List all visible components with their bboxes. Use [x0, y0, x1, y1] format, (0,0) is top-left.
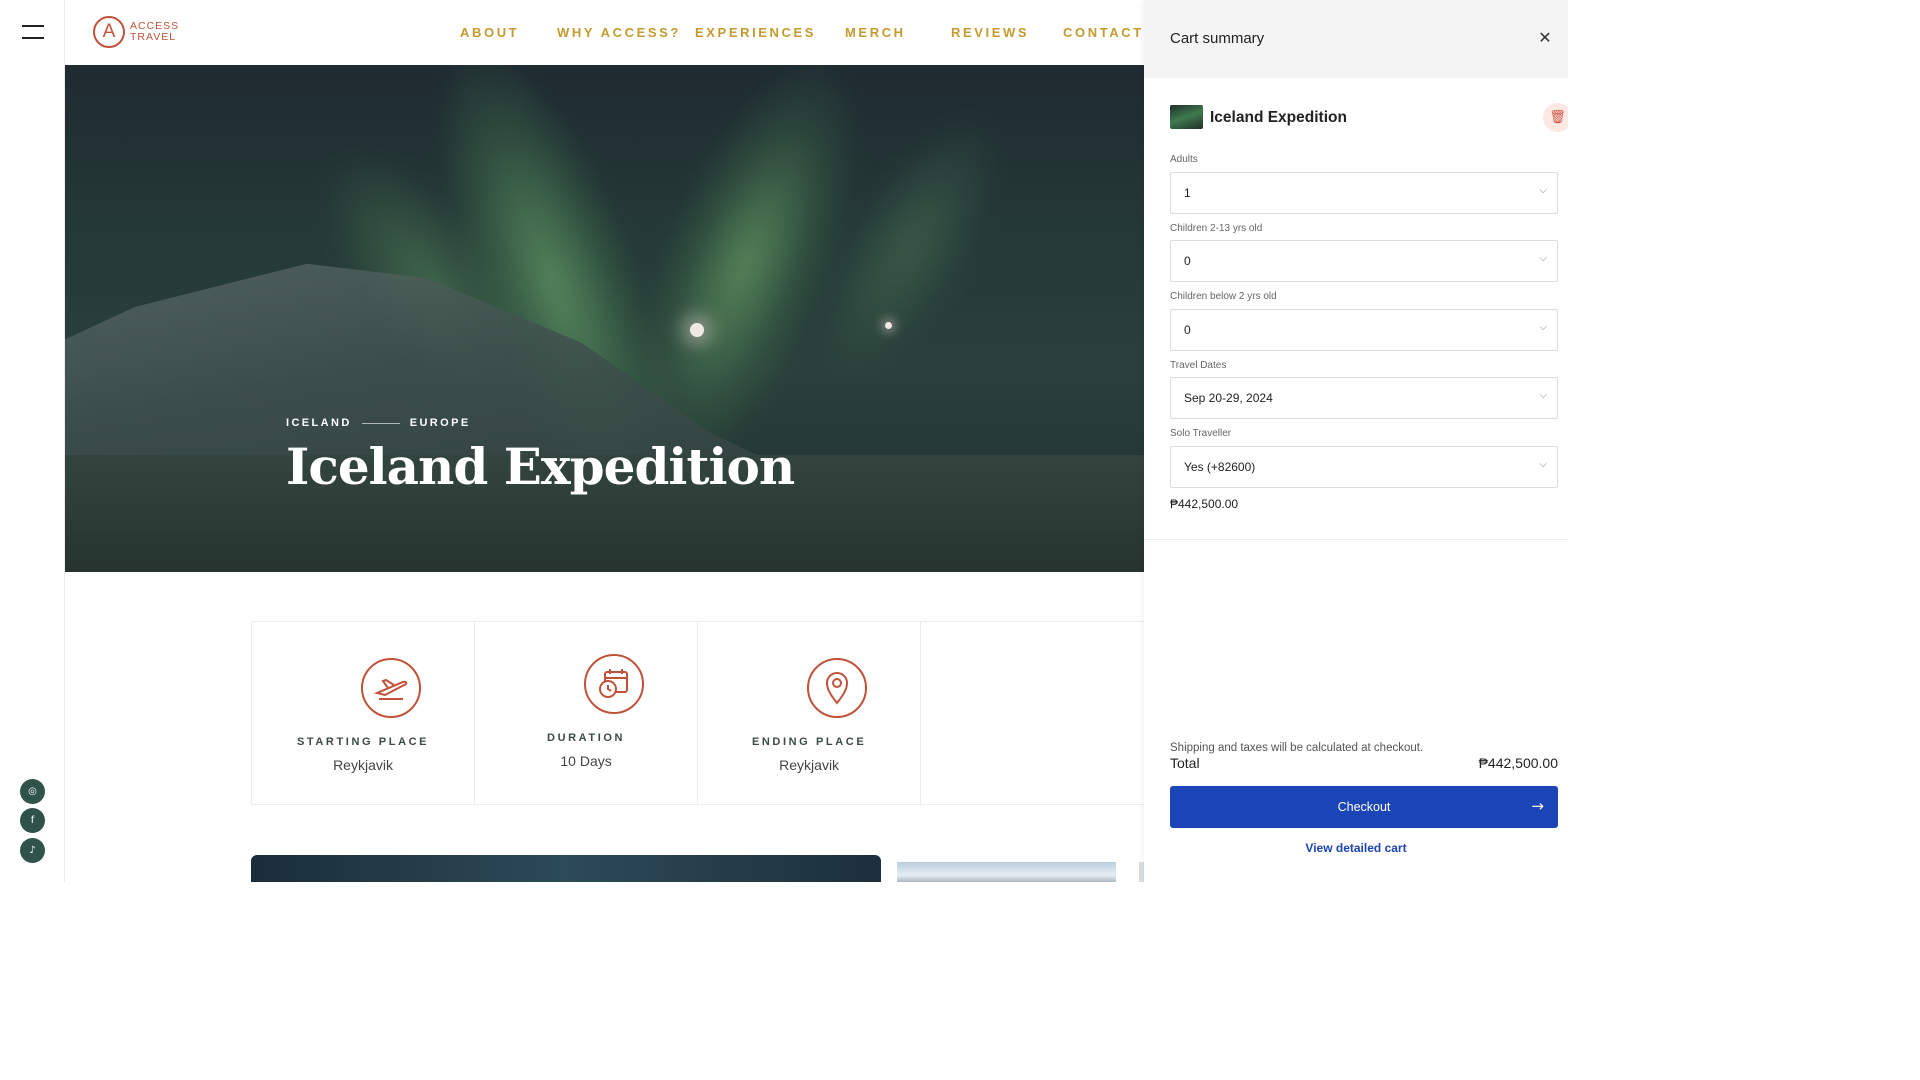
- shipping-note: Shipping and taxes will be calculated at…: [1170, 742, 1424, 754]
- chevron-down-icon: ⌵: [1539, 322, 1547, 333]
- scroll-indicator-line: [31, 96, 33, 542]
- cart-summary-panel: Cart summary ✕ Iceland Expedition 🗑 Adul…: [1144, 0, 1568, 882]
- hero-region: EUROPE: [409, 417, 471, 429]
- hero-meta-separator: [361, 422, 400, 424]
- total-label: Total: [1170, 755, 1200, 771]
- solo-traveller-label: Solo Traveller: [1170, 428, 1232, 439]
- cart-item-name: Iceland Expedition: [1210, 109, 1347, 126]
- travel-dates-select[interactable]: Sep 20-29, 2024 ⌵: [1170, 377, 1558, 419]
- logo-line-2: TRAVEL: [130, 31, 177, 43]
- gallery-image[interactable]: [897, 862, 1116, 882]
- nav-reviews[interactable]: REVIEWS: [951, 25, 1029, 40]
- checkout-button[interactable]: Checkout →: [1170, 786, 1558, 828]
- total-value: ₱442,500.00: [1478, 755, 1558, 771]
- nav-contact[interactable]: CONTACT: [1063, 25, 1144, 40]
- chevron-down-icon: ⌵: [1539, 459, 1547, 470]
- info-card-duration: DURATION 10 Days: [475, 622, 699, 804]
- children-below-2-label: Children below 2 yrs old: [1170, 291, 1277, 302]
- airplane-icon: [361, 658, 421, 718]
- hero-title: Iceland Expedition: [286, 437, 795, 496]
- divider: [1144, 539, 1568, 540]
- nav-merch[interactable]: MERCH: [845, 25, 906, 40]
- select-value: 0: [1184, 323, 1191, 337]
- site-header: A ACCESS TRAVEL ABOUT WHY ACCESS? EXPERI…: [65, 0, 1144, 65]
- chevron-down-icon: ⌵: [1539, 390, 1547, 401]
- trash-icon[interactable]: 🗑: [1543, 103, 1568, 132]
- info-card-starting-place: STARTING PLACE Reykjavik: [252, 622, 476, 804]
- info-card-value: Reykjavik: [333, 757, 393, 773]
- cart-header: Cart summary ✕: [1144, 0, 1568, 78]
- tiktok-icon[interactable]: ♪: [20, 838, 45, 863]
- adults-label: Adults: [1170, 154, 1198, 165]
- page: ◎ f ♪ A ACCESS TRAVEL ABOUT WHY ACCESS? …: [0, 0, 1568, 882]
- children-2-13-select[interactable]: 0 ⌵: [1170, 240, 1558, 282]
- cart-item-thumbnail: [1170, 105, 1203, 129]
- hero-banner: ICELAND EUROPE Iceland Expedition: [0, 65, 1144, 572]
- close-icon[interactable]: ✕: [1536, 29, 1554, 47]
- select-value: Sep 20-29, 2024: [1184, 391, 1273, 405]
- cart-item-price: ₱442,500.00: [1170, 497, 1239, 511]
- chevron-down-icon: ⌵: [1539, 253, 1547, 264]
- instagram-icon[interactable]: ◎: [20, 779, 45, 804]
- adults-select[interactable]: 1 ⌵: [1170, 172, 1558, 214]
- select-value: Yes (+82600): [1184, 460, 1256, 474]
- facebook-icon[interactable]: f: [20, 808, 45, 833]
- children-below-2-select[interactable]: 0 ⌵: [1170, 309, 1558, 351]
- travel-dates-label: Travel Dates: [1170, 360, 1227, 371]
- nav-why-access[interactable]: WHY ACCESS?: [557, 25, 681, 40]
- calendar-clock-icon: [584, 654, 645, 714]
- info-card-ending-place: ENDING PLACE Reykjavik: [698, 622, 922, 804]
- solo-traveller-select[interactable]: Yes (+82600) ⌵: [1170, 446, 1558, 488]
- info-card-label: ENDING PLACE: [751, 736, 867, 748]
- moon: [690, 323, 704, 337]
- view-detailed-cart-link[interactable]: View detailed cart: [1144, 841, 1568, 855]
- hamburger-menu-icon[interactable]: [22, 25, 44, 39]
- children-2-13-label: Children 2-13 yrs old: [1170, 223, 1263, 234]
- info-card-partial: [921, 622, 1144, 804]
- brand-logo[interactable]: A ACCESS TRAVEL: [93, 16, 179, 48]
- info-card-label: DURATION: [547, 732, 626, 744]
- checkout-label: Checkout: [1337, 800, 1391, 814]
- chevron-down-icon: ⌵: [1539, 185, 1547, 196]
- hero-location: ICELAND EUROPE: [286, 417, 471, 429]
- info-card-value: 10 Days: [560, 753, 612, 769]
- logo-text: ACCESS TRAVEL: [130, 21, 179, 43]
- hero-country: ICELAND: [286, 417, 352, 429]
- trip-info-cards: STARTING PLACE Reykjavik DURATION 10 Day…: [251, 621, 1144, 805]
- select-value: 1: [1184, 186, 1191, 200]
- arrow-right-icon: →: [1531, 797, 1544, 815]
- info-card-label: STARTING PLACE: [296, 736, 430, 748]
- nav-experiences[interactable]: EXPERIENCES: [695, 25, 816, 40]
- select-value: 0: [1184, 254, 1191, 268]
- info-card-value: Reykjavik: [779, 757, 840, 773]
- map-pin-icon: [807, 658, 868, 718]
- star: [885, 322, 892, 329]
- gallery-image[interactable]: [251, 855, 881, 882]
- logo-mark-icon: A: [93, 16, 125, 48]
- nav-about[interactable]: ABOUT: [460, 25, 519, 40]
- cart-title: Cart summary: [1170, 30, 1265, 47]
